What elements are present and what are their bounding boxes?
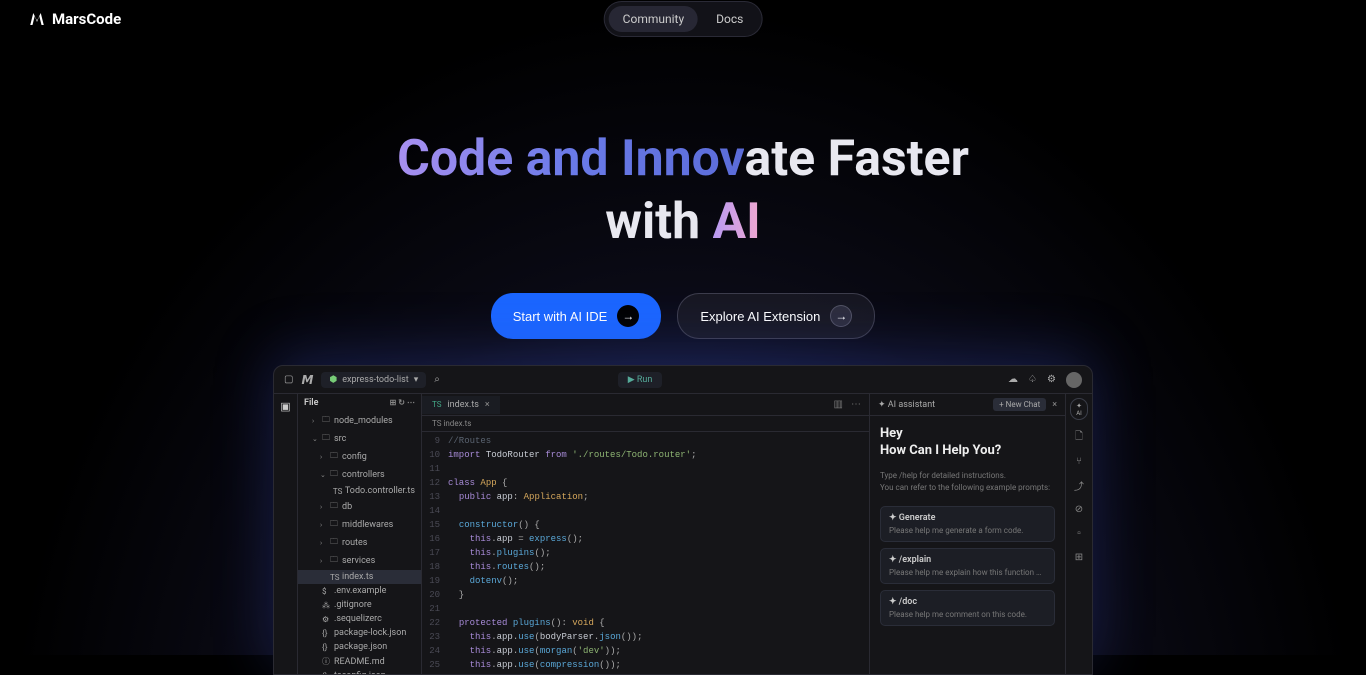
- editor: TS index.ts × ▥ ⋯ TS index.ts 9//Routes1…: [422, 394, 870, 674]
- tree-item[interactable]: {}package-lock.json: [298, 626, 421, 640]
- tree-item[interactable]: TSindex.ts: [298, 570, 421, 584]
- prompt-card[interactable]: ✦ /docPlease help me comment on this cod…: [880, 590, 1055, 626]
- rocket-icon[interactable]: ⤴: [1072, 478, 1086, 492]
- branch-icon[interactable]: ⑂: [1072, 454, 1086, 468]
- box-icon[interactable]: ▫: [1072, 526, 1086, 540]
- nodejs-icon: ⬢: [329, 375, 337, 385]
- link-icon[interactable]: ⊘: [1072, 502, 1086, 516]
- arrow-right-icon: →: [830, 305, 852, 327]
- top-nav: Community Docs: [604, 1, 763, 37]
- grid-icon[interactable]: ⊞: [1072, 550, 1086, 564]
- tab-label: index.ts: [447, 400, 478, 410]
- tree-item[interactable]: ⌄🗀controllers: [298, 466, 421, 484]
- tree-item[interactable]: ›🗀node_modules: [298, 412, 421, 430]
- ide-logo-icon: 𝙈: [301, 373, 313, 387]
- cloud-icon[interactable]: ☁: [1008, 374, 1018, 385]
- tree-item[interactable]: ›🗀routes: [298, 534, 421, 552]
- code-area[interactable]: 9//Routes10import TodoRouter from './rou…: [422, 432, 869, 674]
- ai-badge-icon[interactable]: ✦AI: [1070, 398, 1088, 420]
- tree-item[interactable]: ›🗀middlewares: [298, 516, 421, 534]
- logo-icon: [28, 10, 46, 28]
- project-selector[interactable]: ⬢ express-todo-list ▾: [321, 372, 426, 388]
- assistant-hint: Type /help for detailed instructions. Yo…: [880, 470, 1055, 494]
- prompt-card[interactable]: ✦ /explainPlease help me explain how thi…: [880, 548, 1055, 584]
- assistant-greeting: Hey How Can I Help You?: [880, 426, 1055, 460]
- arrow-right-icon: →: [617, 305, 639, 327]
- new-chat-button[interactable]: + New Chat: [993, 398, 1046, 411]
- hero-title: Code and Innovate Faster with AI: [0, 128, 1366, 253]
- tree-item[interactable]: {}package.json: [298, 640, 421, 654]
- ide-preview: ▢ 𝙈 ⬢ express-todo-list ▾ ⌕ ▶ Run ☁ ♤ ⚙ …: [273, 365, 1093, 675]
- prompt-card[interactable]: ✦ GeneratePlease help me generate a form…: [880, 506, 1055, 542]
- tree-item[interactable]: ⁂.gitignore: [298, 598, 421, 612]
- editor-tab[interactable]: TS index.ts ×: [422, 396, 500, 414]
- explore-extension-label: Explore AI Extension: [700, 309, 820, 324]
- file-icon[interactable]: 🗋: [1072, 430, 1086, 444]
- start-ide-label: Start with AI IDE: [513, 309, 608, 324]
- assistant-title: ✦ AI assistant: [878, 400, 935, 410]
- brand-name: MarsCode: [52, 10, 121, 28]
- brand-logo[interactable]: MarsCode: [28, 10, 121, 28]
- more-icon[interactable]: ⋯: [851, 399, 861, 410]
- tree-item[interactable]: ⚙.sequelizerc: [298, 612, 421, 626]
- explorer-icon[interactable]: ▣: [280, 400, 290, 413]
- bell-icon[interactable]: ♤: [1028, 374, 1037, 385]
- start-ide-button[interactable]: Start with AI IDE →: [491, 293, 662, 339]
- avatar[interactable]: [1066, 372, 1082, 388]
- explore-extension-button[interactable]: Explore AI Extension →: [677, 293, 875, 339]
- close-icon[interactable]: ×: [485, 400, 490, 410]
- explorer-title: File: [304, 398, 318, 408]
- breadcrumb[interactable]: TS index.ts: [422, 416, 869, 432]
- tree-item[interactable]: ›🗀db: [298, 498, 421, 516]
- right-activity-bar: ✦AI 🗋 ⑂ ⤴ ⊘ ▫ ⊞: [1066, 394, 1092, 674]
- close-icon[interactable]: ×: [1052, 400, 1057, 410]
- settings-icon[interactable]: ⚙: [1047, 374, 1056, 385]
- tree-item[interactable]: ›🗀services: [298, 552, 421, 570]
- chevron-down-icon: ▾: [414, 375, 419, 385]
- nav-community[interactable]: Community: [609, 6, 698, 32]
- tree-item[interactable]: ⓘREADME.md: [298, 654, 421, 669]
- hero: Code and Innovate Faster with AI Start w…: [0, 128, 1366, 339]
- activity-bar: ▣: [274, 394, 298, 674]
- typescript-icon: TS: [432, 400, 441, 409]
- tree-item[interactable]: TSTodo.controller.ts: [298, 484, 421, 498]
- split-icon[interactable]: ▥: [834, 399, 843, 410]
- search-icon[interactable]: ⌕: [434, 374, 440, 385]
- tree-item[interactable]: ›🗀config: [298, 448, 421, 466]
- sidebar-toggle-icon[interactable]: ▢: [284, 374, 293, 385]
- ai-assistant-panel: ✦ AI assistant + New Chat × Hey How Can …: [870, 394, 1066, 674]
- tree-item[interactable]: {}tsconfig.json: [298, 669, 421, 674]
- tree-item[interactable]: ⌄🗀src: [298, 430, 421, 448]
- file-explorer: File ⊞ ↻ ⋯ ›🗀node_modules⌄🗀src›🗀config⌄🗀…: [298, 394, 422, 674]
- tree-item[interactable]: $.env.example: [298, 584, 421, 598]
- explorer-actions[interactable]: ⊞ ↻ ⋯: [390, 398, 415, 408]
- project-name: express-todo-list: [342, 375, 408, 385]
- ide-titlebar: ▢ 𝙈 ⬢ express-todo-list ▾ ⌕ ▶ Run ☁ ♤ ⚙: [274, 366, 1092, 394]
- run-button[interactable]: ▶ Run: [618, 372, 663, 388]
- nav-docs[interactable]: Docs: [702, 6, 757, 32]
